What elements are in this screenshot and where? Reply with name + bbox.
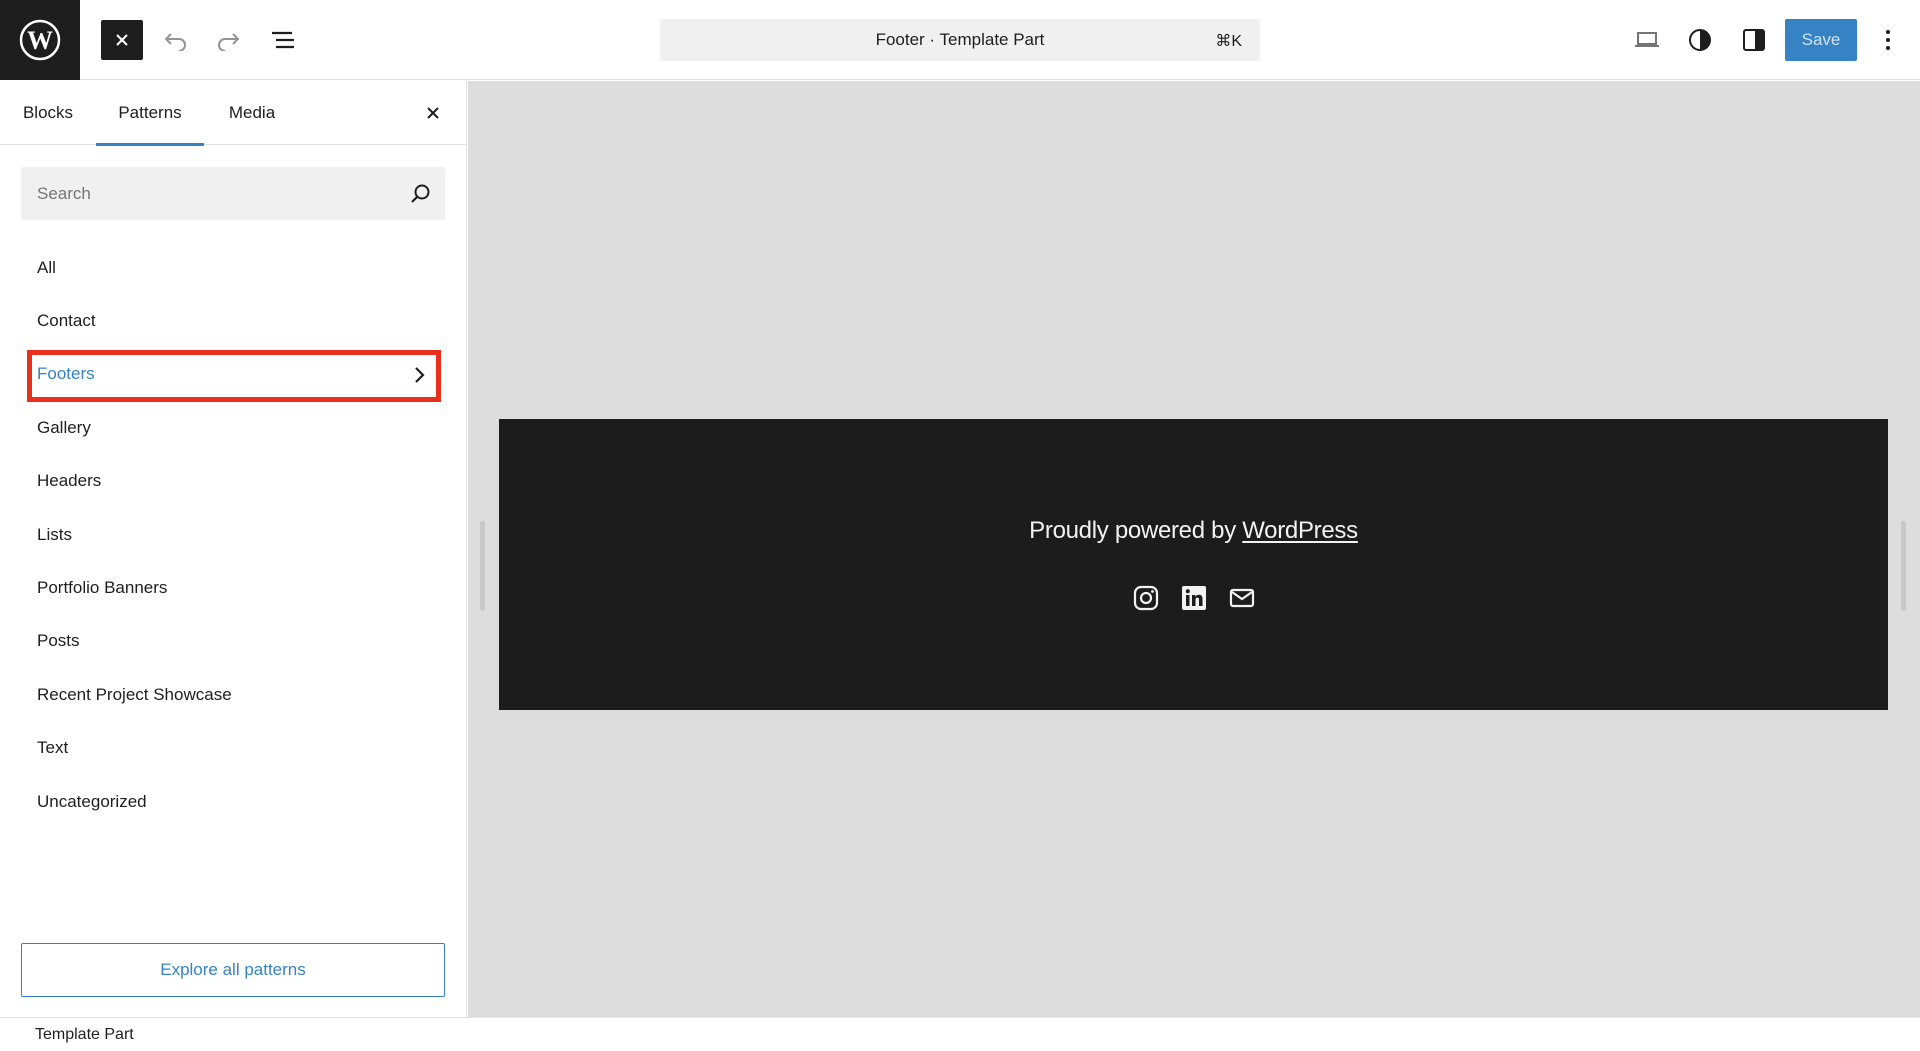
- explore-all-patterns-button[interactable]: Explore all patterns: [21, 943, 445, 997]
- category-label: Portfolio Banners: [37, 578, 168, 598]
- command-shortcut: ⌘K: [1215, 33, 1242, 50]
- tab-patterns[interactable]: Patterns: [96, 80, 204, 146]
- undo-icon[interactable]: [155, 20, 197, 60]
- category-label: Posts: [37, 631, 80, 651]
- tab-blocks[interactable]: Blocks: [0, 80, 96, 145]
- pattern-search: [21, 167, 445, 220]
- category-item-footers[interactable]: Footers: [0, 348, 466, 402]
- category-item-text[interactable]: Text: [0, 722, 466, 775]
- category-label: Headers: [37, 471, 102, 491]
- category-item-uncategorized[interactable]: Uncategorized: [0, 775, 466, 828]
- inserter-tabs: Blocks Patterns Media: [0, 80, 466, 146]
- inserter-panel: Blocks Patterns Media All Contact Footer…: [0, 80, 467, 1017]
- styles-contrast-icon[interactable]: [1679, 20, 1721, 60]
- command-palette-button[interactable]: Footer · Template Part ⌘K: [660, 19, 1260, 61]
- category-item-all[interactable]: All: [0, 241, 466, 294]
- wordpress-logo-icon[interactable]: W: [0, 0, 80, 80]
- breadcrumb[interactable]: Template Part: [35, 1026, 134, 1044]
- category-label: Recent Project Showcase: [37, 684, 232, 704]
- close-icon[interactable]: [101, 20, 143, 60]
- wordpress-link[interactable]: WordPress: [1242, 517, 1358, 544]
- editor-canvas[interactable]: Proudly powered by WordPress: [468, 81, 1920, 1017]
- mail-icon[interactable]: [1228, 584, 1256, 612]
- linkedin-icon[interactable]: [1180, 584, 1208, 612]
- powered-by-prefix: Proudly powered by: [1029, 517, 1243, 544]
- instagram-icon[interactable]: [1132, 584, 1160, 612]
- selection-highlight: [27, 349, 441, 402]
- block-breadcrumb-bar: Template Part: [0, 1017, 1920, 1051]
- tab-media[interactable]: Media: [204, 80, 300, 145]
- more-vertical-icon[interactable]: [1868, 20, 1908, 60]
- powered-by-text[interactable]: Proudly powered by WordPress: [499, 517, 1888, 545]
- category-label: Contact: [37, 311, 96, 331]
- resize-handle-right[interactable]: [1901, 521, 1906, 611]
- redo-icon[interactable]: [207, 20, 249, 60]
- pattern-category-list: All Contact Footers Gallery Headers List…: [0, 241, 466, 828]
- list-view-icon[interactable]: [262, 20, 304, 60]
- editor-header: W Footer · Template Part ⌘K Save: [0, 0, 1920, 80]
- document-title: Footer · Template Part: [875, 30, 1045, 49]
- save-button[interactable]: Save: [1785, 19, 1857, 61]
- category-item-posts[interactable]: Posts: [0, 615, 466, 668]
- category-label: Uncategorized: [37, 791, 147, 811]
- category-label: Lists: [37, 524, 72, 544]
- search-input[interactable]: [21, 167, 391, 220]
- search-icon: [411, 184, 430, 203]
- category-label: Gallery: [37, 417, 91, 437]
- category-item-recent-project-showcase[interactable]: Recent Project Showcase: [0, 668, 466, 721]
- desktop-view-icon[interactable]: [1626, 20, 1668, 60]
- category-label: All: [37, 257, 56, 277]
- svg-text:W: W: [27, 26, 53, 55]
- close-inserter-icon[interactable]: [412, 92, 454, 134]
- category-item-lists[interactable]: Lists: [0, 508, 466, 561]
- resize-handle-left[interactable]: [480, 521, 485, 611]
- category-item-portfolio-banners[interactable]: Portfolio Banners: [0, 561, 466, 614]
- category-item-gallery[interactable]: Gallery: [0, 401, 466, 454]
- footer-template-part[interactable]: Proudly powered by WordPress: [499, 419, 1888, 710]
- category-item-contact[interactable]: Contact: [0, 294, 466, 347]
- settings-panel-icon[interactable]: [1733, 20, 1775, 60]
- category-item-headers[interactable]: Headers: [0, 455, 466, 508]
- chevron-right-icon: [415, 367, 425, 383]
- category-label: Text: [37, 738, 69, 758]
- social-icons: [499, 584, 1888, 612]
